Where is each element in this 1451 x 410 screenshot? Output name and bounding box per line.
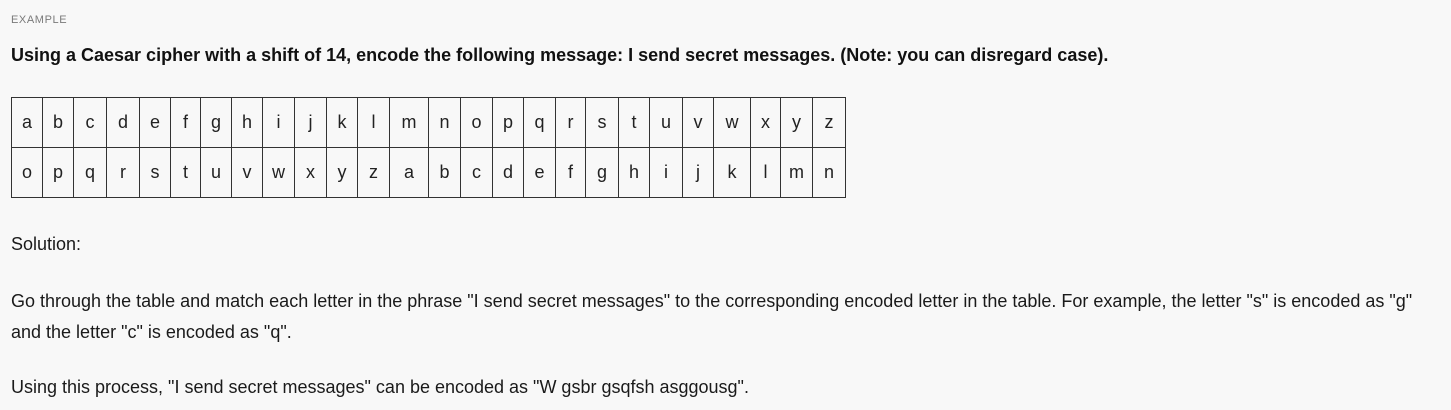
- plain-letter-cell-17: r: [555, 97, 586, 148]
- encoded-letter-cell-19: h: [618, 147, 650, 198]
- encoded-letter-cell-9: x: [294, 147, 327, 198]
- plain-letter-cell-7: h: [231, 97, 263, 148]
- plain-letter-cell-14: o: [460, 97, 493, 148]
- encoded-letter-cell-15: d: [492, 147, 524, 198]
- encoded-letter-cell-7: v: [231, 147, 263, 198]
- encoded-letter-cell-13: b: [428, 147, 461, 198]
- encoded-letter-cell-21: j: [682, 147, 714, 198]
- encoded-letter-cell-3: r: [106, 147, 140, 198]
- plain-letter-cell-18: s: [585, 97, 619, 148]
- plain-letter-cell-13: n: [428, 97, 461, 148]
- encoded-letter-cell-14: c: [460, 147, 493, 198]
- cipher-table: abcdefghijklmnopqrstuvwxyz opqrstuvwxyza…: [11, 97, 846, 198]
- encoded-letter-cell-11: z: [357, 147, 390, 198]
- plain-letter-cell-4: e: [139, 97, 171, 148]
- encoded-letter-cell-10: y: [326, 147, 358, 198]
- plain-letter-cell-11: l: [357, 97, 390, 148]
- plain-letter-cell-22: w: [713, 97, 751, 148]
- solution-paragraph-2: Using this process, "I send secret messa…: [11, 377, 749, 397]
- encoded-letter-cell-22: k: [713, 147, 751, 198]
- encoded-letter-cell-8: w: [262, 147, 295, 198]
- encoded-letter-cell-12: a: [389, 147, 429, 198]
- plain-letter-cell-15: p: [492, 97, 524, 148]
- encoded-letter-cell-20: i: [649, 147, 683, 198]
- encoded-letter-cell-18: g: [585, 147, 619, 198]
- encoded-letter-cell-6: u: [200, 147, 232, 198]
- plain-letter-cell-19: t: [618, 97, 650, 148]
- encoded-letter-cell-1: p: [42, 147, 74, 198]
- plain-letter-cell-1: b: [42, 97, 74, 148]
- plain-letter-cell-5: f: [170, 97, 201, 148]
- plain-letter-cell-12: m: [389, 97, 429, 148]
- encoded-letters-row: opqrstuvwxyzabcdefghijklmn: [11, 147, 846, 198]
- encoded-letter-cell-0: o: [11, 147, 43, 198]
- plain-letter-cell-3: d: [106, 97, 140, 148]
- encoded-letter-cell-24: m: [780, 147, 813, 198]
- encoded-letter-cell-2: q: [73, 147, 107, 198]
- question-text: Using a Caesar cipher with a shift of 14…: [11, 45, 1109, 65]
- plain-letters-row: abcdefghijklmnopqrstuvwxyz: [11, 97, 846, 148]
- plain-letter-cell-9: j: [294, 97, 327, 148]
- plain-letter-cell-21: v: [682, 97, 714, 148]
- encoded-letter-cell-23: l: [750, 147, 781, 198]
- solution-label: Solution:: [11, 234, 82, 254]
- plain-letter-cell-20: u: [649, 97, 683, 148]
- plain-letter-cell-0: a: [11, 97, 43, 148]
- section-label: EXAMPLE: [11, 14, 68, 26]
- encoded-letter-cell-16: e: [523, 147, 556, 198]
- encoded-letter-cell-25: n: [812, 147, 846, 198]
- plain-letter-cell-23: x: [750, 97, 781, 148]
- solution-paragraph-1: Go through the table and match each lett…: [11, 291, 1413, 342]
- plain-letter-cell-8: i: [262, 97, 295, 148]
- plain-letter-cell-6: g: [200, 97, 232, 148]
- plain-letter-cell-16: q: [523, 97, 556, 148]
- plain-letter-cell-2: c: [73, 97, 107, 148]
- encoded-letter-cell-4: s: [139, 147, 171, 198]
- encoded-letter-cell-17: f: [555, 147, 586, 198]
- plain-letter-cell-10: k: [326, 97, 358, 148]
- plain-letter-cell-24: y: [780, 97, 813, 148]
- plain-letter-cell-25: z: [812, 97, 846, 148]
- encoded-letter-cell-5: t: [170, 147, 201, 198]
